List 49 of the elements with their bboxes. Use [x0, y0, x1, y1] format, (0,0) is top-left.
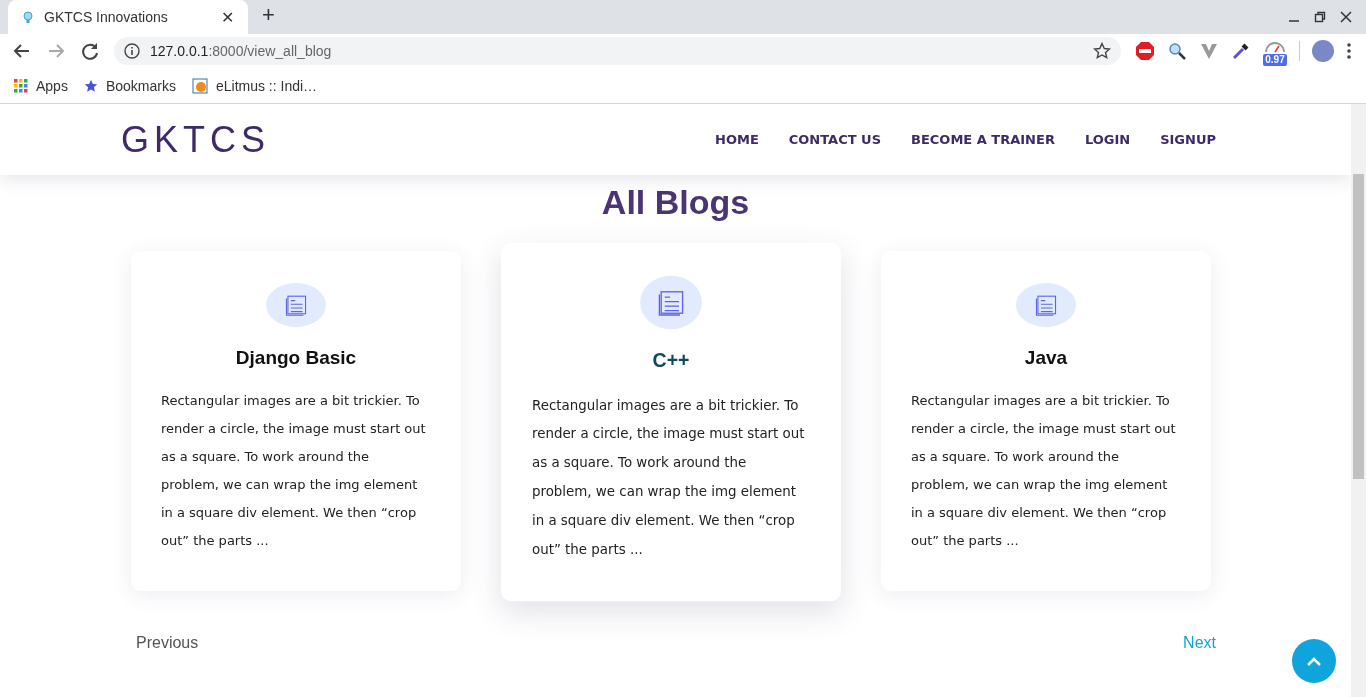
v-logo-icon[interactable]	[1199, 41, 1219, 61]
star-icon	[83, 78, 98, 93]
bookmark-label: Apps	[36, 77, 68, 94]
bookmark-item[interactable]: Apps	[14, 77, 68, 94]
magnifier-icon[interactable]	[1167, 41, 1187, 61]
info-icon	[124, 43, 140, 59]
blog-card[interactable]	[131, 251, 461, 591]
nav-link[interactable]: SIGNUP	[1160, 132, 1216, 147]
apps-grid-icon	[14, 78, 28, 93]
close-tab-button[interactable]: ✕	[217, 7, 238, 27]
blog-card[interactable]	[881, 251, 1211, 591]
previous-link[interactable]: Previous	[136, 634, 199, 652]
stop-sign-icon[interactable]	[1135, 41, 1155, 61]
close-icon[interactable]	[1340, 11, 1352, 23]
card-title: C++	[652, 349, 690, 373]
nav-link[interactable]: LOGIN	[1084, 132, 1131, 147]
nav-link[interactable]: CONTACT US	[788, 132, 882, 147]
blog-card[interactable]	[501, 242, 841, 602]
star-icon[interactable]	[1093, 42, 1111, 60]
chevron-up-icon	[1306, 656, 1322, 666]
nav-link[interactable]: HOME	[715, 132, 759, 147]
site-logo[interactable]: GKTCS	[121, 118, 716, 161]
url-text: 127.0.0.1:8000/view_all_blog	[150, 43, 333, 59]
menu-icon[interactable]	[1346, 42, 1352, 60]
page-heading: All Blogs	[600, 182, 751, 223]
tab-title: GKTCS Innovations	[44, 9, 169, 25]
document-icon	[1016, 283, 1076, 327]
address-bar[interactable]: 127.0.0.1:8000/view_all_blog	[114, 37, 1121, 65]
browser-tab[interactable]: GKTCS Innovations ✕	[8, 0, 248, 34]
nav-link[interactable]: BECOME A TRAINER	[911, 132, 1055, 147]
bookmark-label: eLitmus :: Indi…	[215, 77, 318, 94]
card-excerpt: Rectangular images are a bit trickier. To render a circle, the image must start out as a square. To work around the problem, we can wrap the img element in a square div element. We then “crop out” the parts ...	[161, 392, 427, 550]
new-tab-button[interactable]: +	[258, 2, 279, 28]
card-excerpt: Rectangular images are a bit trickier. To render a circle, the image must start out as a square. To work around the problem, we can wrap the img element in a square div element. We then “crop out” the parts ...	[531, 396, 806, 559]
bookmark-item[interactable]: eLitmus :: Indi…	[191, 77, 318, 94]
scroll-to-top-button[interactable]	[1292, 639, 1336, 683]
card-excerpt: Rectangular images are a bit trickier. To render a circle, the image must start out as a square. To work around the problem, we can wrap the img element in a square div element. We then “crop out” the parts ...	[911, 392, 1177, 550]
bookmark-label: Bookmarks	[105, 77, 176, 94]
card-title: Java	[1024, 347, 1068, 369]
bookmark-item[interactable]: Bookmarks	[83, 77, 176, 94]
card-title: Django Basic	[235, 347, 357, 369]
lightbulb-icon	[20, 9, 36, 25]
e-logo-icon	[191, 77, 208, 94]
eyedropper-icon[interactable]	[1231, 41, 1251, 61]
scrollbar[interactable]	[1351, 104, 1366, 697]
restore-icon[interactable]	[1314, 11, 1326, 23]
avatar-icon[interactable]	[1312, 40, 1334, 62]
scrollbar-thumb[interactable]	[1353, 174, 1364, 479]
document-icon	[266, 283, 326, 327]
